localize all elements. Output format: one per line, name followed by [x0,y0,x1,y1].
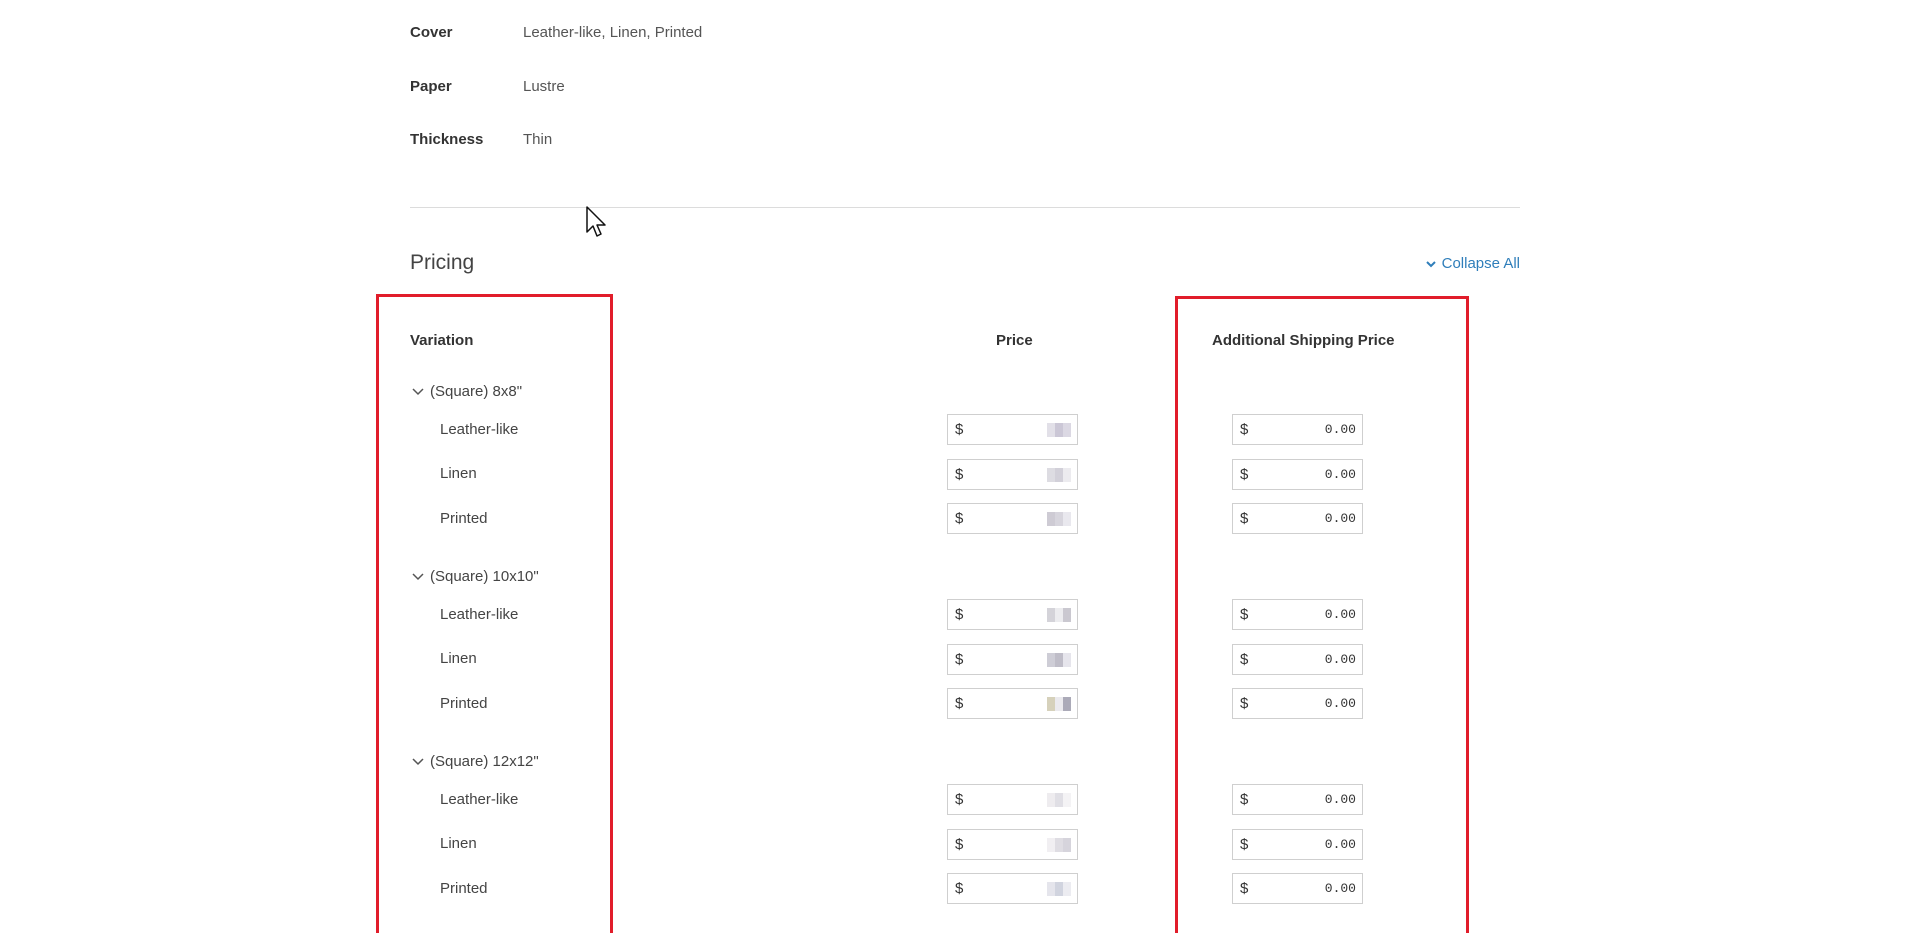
chevron-down-icon [1425,260,1436,267]
variation-highlight-box [376,294,613,933]
currency-symbol: $ [955,791,964,808]
currency-symbol: $ [955,836,964,853]
price-input[interactable]: $ [947,873,1078,904]
redacted-value [1047,422,1071,437]
spec-label: Thickness [410,131,484,148]
currency-symbol: $ [955,695,964,712]
spec-label: Paper [410,78,452,95]
spec-value: Thin [523,131,553,148]
currency-symbol: $ [955,510,964,527]
spec-row-paper: Paper Lustre [410,78,565,95]
redacted-value [1047,837,1071,852]
redacted-value [1047,607,1071,622]
redacted-value [1047,696,1071,711]
section-divider [410,207,1520,208]
column-header-price: Price [996,332,1033,349]
redacted-value [1047,511,1071,526]
spec-label: Cover [410,24,453,41]
currency-symbol: $ [955,606,964,623]
spec-row-cover: Cover Leather-like, Linen, Printed [410,24,702,41]
redacted-value [1047,652,1071,667]
price-input[interactable]: $ [947,503,1078,534]
price-input[interactable]: $ [947,829,1078,860]
collapse-all-label: Collapse All [1441,255,1520,272]
redacted-value [1047,881,1071,896]
price-input[interactable]: $ [947,644,1078,675]
currency-symbol: $ [955,651,964,668]
price-input[interactable]: $ [947,784,1078,815]
collapse-all-button[interactable]: Collapse All [1425,255,1520,272]
price-input[interactable]: $ [947,599,1078,630]
currency-symbol: $ [955,466,964,483]
currency-symbol: $ [955,421,964,438]
spec-row-thickness: Thickness Thin [410,131,552,148]
spec-value: Leather-like, Linen, Printed [523,24,703,41]
pricing-title: Pricing [410,251,475,274]
page: Cover Leather-like, Linen, Printed Paper… [0,0,1911,933]
price-input[interactable]: $ [947,688,1078,719]
price-input[interactable]: $ [947,459,1078,490]
mouse-pointer-icon [586,206,606,237]
spec-value: Lustre [523,78,565,95]
shipping-highlight-box [1175,296,1469,933]
currency-symbol: $ [955,880,964,897]
redacted-value [1047,467,1071,482]
price-input[interactable]: $ [947,414,1078,445]
redacted-value [1047,792,1071,807]
